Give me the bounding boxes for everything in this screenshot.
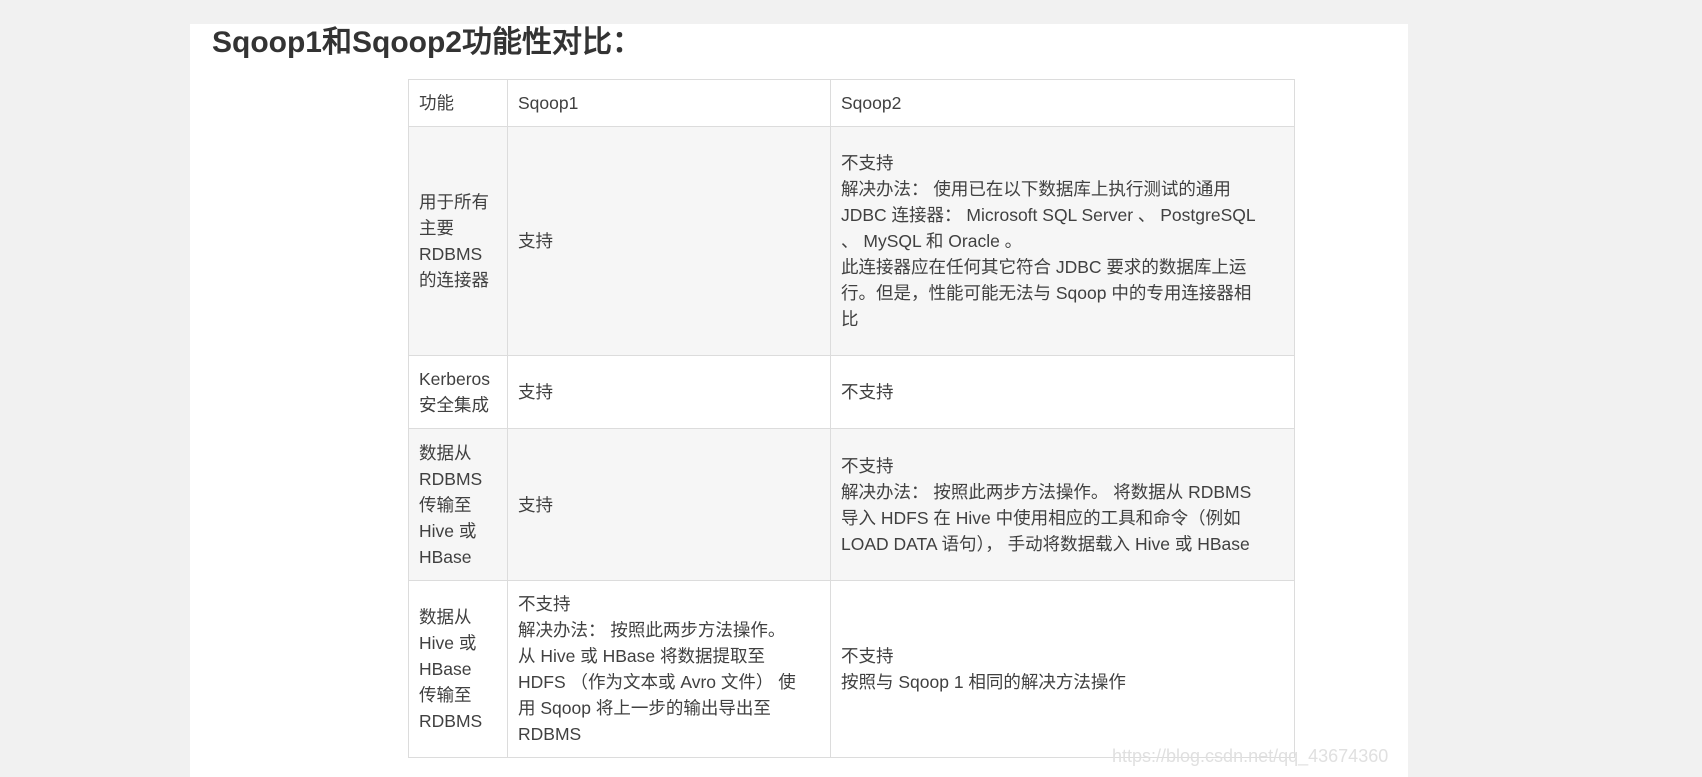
cell-text-line: Hive 或 (419, 633, 477, 653)
table-row: 用于所有主要 RDBMS 的连接器 支持 不支持解决办法： 使用已在以下数据库上执行… (408, 126, 1295, 356)
cell-text-line: HBase (419, 659, 472, 679)
cell-text-line: 解决办法： 使用已在以下数据库上执行测试的通用 (841, 179, 1231, 199)
cell-text-line: 用于所有 (419, 192, 489, 212)
header-cell-sqoop2: Sqoop2 (830, 79, 1295, 127)
table-row: 数据从 RDBMS 传输至 Hive 或 HBase 支持 不支持解决办法： 按照此两步… (408, 428, 1295, 581)
sqoop2-cell: 不支持解决办法： 使用已在以下数据库上执行测试的通用 JDBC 连接器： Micr… (830, 126, 1295, 356)
header-cell-feature: 功能 (408, 79, 508, 127)
cell-text-line: 的连接器 (419, 270, 489, 290)
cell-text-line: 从 Hive 或 HBase 将数据提取至 (518, 646, 765, 666)
cell-text-line: 数据从 (419, 442, 472, 463)
sqoop2-cell: 不支持按照与 Sqoop 1 相同的解决方法操作 (830, 580, 1295, 758)
cell-text-line: HBase (419, 546, 472, 567)
cell-text-line: 不支持 (518, 594, 571, 614)
feature-cell: 数据从 Hive 或 HBase 传输至 RDBMS (408, 580, 508, 758)
cell-text-line: 比 (841, 309, 859, 329)
cell-text-line: 支持 (518, 231, 553, 251)
cell-text-line: 安全集成 (419, 395, 489, 415)
cell-text-line: 支持 (518, 382, 553, 402)
cell-text-line: 解决办法： 按照此两步方法操作。 (518, 620, 786, 640)
cell-text-line: Kerberos (419, 369, 491, 389)
cell-text-line: 传输至 (419, 494, 472, 515)
sqoop2-cell: 不支持 (830, 355, 1295, 429)
cell-text-line: 不支持 (841, 646, 894, 666)
cell-text-line: 不支持 (841, 382, 894, 402)
comparison-table-body: 功能 Sqoop1 Sqoop2 用于所有 主要 RDBMS 的连接器 支持 不支持解… (408, 79, 1295, 758)
sqoop1-cell: 不支持解决办法： 按照此两步方法操作。从 Hive 或 HBase 将数据提取至… (507, 580, 831, 758)
cell-text-line: RDBMS (419, 468, 483, 489)
cell-text-line: HDFS （作为文本或 Avro 文件） 使 (518, 672, 796, 692)
cell-text-line: 行。但是，性能可能无法与 Sqoop 中的专用连接器相 (841, 283, 1252, 303)
cell-text-line: RDBMS (419, 244, 483, 264)
cell-text-line: 导入 HDFS 在 Hive 中使用相应的工具和命令（例如 (841, 507, 1241, 528)
sqoop1-cell: 支持 (507, 126, 831, 356)
cell-text-line: 、 MySQL 和 Oracle 。 (841, 231, 1023, 251)
cell-text-line: 不支持 (841, 455, 894, 476)
comparison-table: 功能 Sqoop1 Sqoop2 用于所有 主要 RDBMS 的连接器 支持 不支持解… (408, 79, 1295, 758)
table-header-row: 功能 Sqoop1 Sqoop2 (408, 79, 1295, 127)
cell-text-line: 主要 (419, 218, 454, 238)
cell-text-line: Hive 或 (419, 520, 477, 541)
sqoop1-cell: 支持 (507, 428, 831, 581)
cell-text-line: RDBMS (518, 724, 582, 744)
cell-text-line: 传输至 (419, 685, 472, 705)
feature-cell: 用于所有主要 RDBMS 的连接器 (408, 126, 508, 356)
cell-text-line: 不支持 (841, 153, 894, 173)
article-page: Sqoop1和Sqoop2功能性对比： 功能 Sqoop1 Sqoop2 用于所… (190, 24, 1408, 777)
cell-text-line: 支持 (518, 494, 553, 515)
cell-text-line: JDBC 连接器： Microsoft SQL Server 、 Postgre… (841, 205, 1256, 225)
cell-text-line: 数据从 (419, 607, 472, 627)
sqoop1-cell: 支持 (507, 355, 831, 429)
header-cell-sqoop1: Sqoop1 (507, 79, 831, 127)
table-row: 数据从 Hive 或 HBase 传输至 RDBMS 不支持 解决办法： 按照此两步方法操… (408, 580, 1295, 758)
cell-text-line: 解决办法： 按照此两步方法操作。 将数据从 RDBMS (841, 481, 1252, 502)
cell-text-line: RDBMS (419, 711, 483, 731)
sqoop2-cell: 不支持解决办法： 按照此两步方法操作。 将数据从 RDBMS 导入 HDFS 在 … (830, 428, 1295, 581)
feature-cell: Kerberos 安全集成 (408, 355, 508, 429)
table-row: Kerberos 安全集成 支持 不支持 (408, 355, 1295, 429)
cell-text-line: 用 Sqoop 将上一步的输出导出至 (518, 698, 771, 718)
cell-text-line: 按照与 Sqoop 1 相同的解决方法操作 (841, 672, 1126, 692)
feature-cell: 数据从 RDBMS 传输至 Hive 或 HBase (408, 428, 508, 581)
watermark-text: https://blog.csdn.net/qq_43674360 (1112, 746, 1389, 766)
article-heading: Sqoop1和Sqoop2功能性对比： (212, 26, 642, 59)
cell-text-line: 此连接器应在任何其它符合 JDBC 要求的数据库上运 (841, 257, 1247, 277)
cell-text-line: LOAD DATA 语句）， 手动将数据载入 Hive 或 HBase (841, 533, 1250, 554)
